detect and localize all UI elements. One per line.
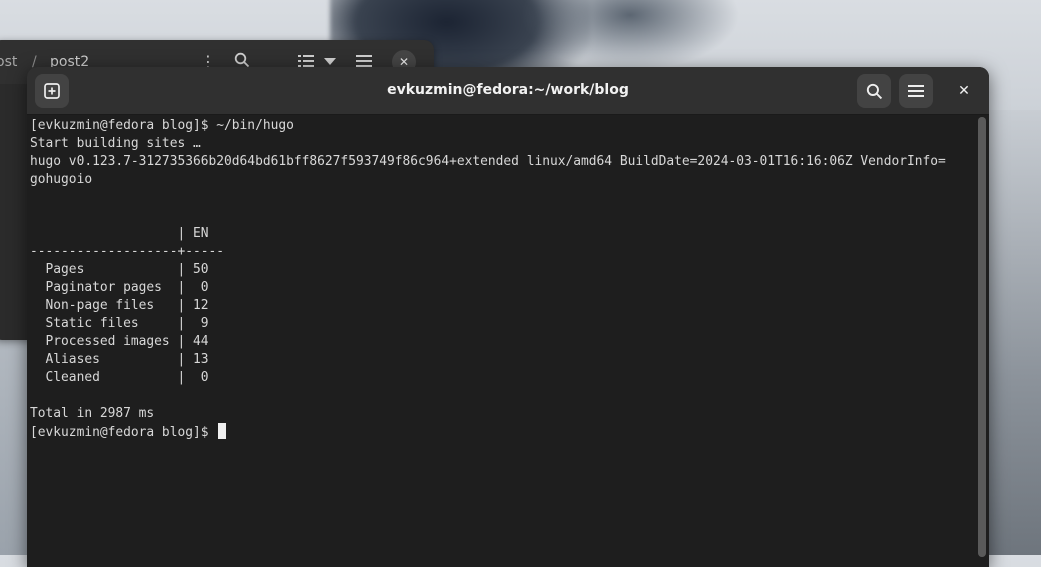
terminal-prompt-line[interactable]: [evkuzmin@fedora blog]$ xyxy=(30,423,971,442)
terminal-line: hugo v0.123.7-312735366b20d64bd61bff8627… xyxy=(30,154,946,169)
terminal-line: | EN xyxy=(30,226,209,241)
close-icon: ✕ xyxy=(958,83,970,99)
search-icon xyxy=(866,83,882,99)
terminal-line: -------------------+----- xyxy=(30,244,225,259)
terminal-line: [evkuzmin@fedora blog]$ ~/bin/hugo xyxy=(30,118,294,133)
terminal-line: Aliases | 13 xyxy=(30,352,209,367)
terminal-headerbar: evkuzmin@fedora:~/work/blog ✕ xyxy=(27,67,989,115)
terminal-window[interactable]: evkuzmin@fedora:~/work/blog ✕ [evkuzmin@… xyxy=(27,67,989,567)
text-cursor xyxy=(218,423,227,439)
terminal-line: Start building sites … xyxy=(30,136,201,151)
chevron-down-icon[interactable] xyxy=(324,58,336,65)
terminal-line: Processed images | 44 xyxy=(30,334,209,349)
list-view-icon[interactable] xyxy=(298,54,314,68)
breadcrumb-parent[interactable]: ost xyxy=(0,54,17,70)
terminal-line: gohugoio xyxy=(30,172,93,187)
main-menu-button[interactable] xyxy=(899,74,933,108)
wallpaper-edge xyxy=(981,110,1041,555)
close-button[interactable]: ✕ xyxy=(951,78,977,104)
terminal-line: Static files | 9 xyxy=(30,316,209,331)
terminal-text: [evkuzmin@fedora blog]$ ~/bin/hugo Start… xyxy=(30,117,971,423)
wallpaper-shape xyxy=(520,0,740,70)
terminal-line: Total in 2987 ms xyxy=(30,406,155,421)
terminal-line: Cleaned | 0 xyxy=(30,370,209,385)
shell-prompt: [evkuzmin@fedora blog]$ xyxy=(30,425,217,440)
terminal-line: Pages | 50 xyxy=(30,262,209,277)
search-button[interactable] xyxy=(857,74,891,108)
hamburger-menu-icon[interactable] xyxy=(356,54,372,68)
scrollbar[interactable] xyxy=(978,117,986,557)
terminal-line: Paginator pages | 0 xyxy=(30,280,209,295)
window-title: evkuzmin@fedora:~/work/blog xyxy=(387,82,629,98)
terminal-line: Non-page files | 12 xyxy=(30,298,209,313)
terminal-output[interactable]: [evkuzmin@fedora blog]$ ~/bin/hugo Start… xyxy=(30,115,971,567)
hamburger-menu-icon xyxy=(908,85,924,97)
scrollbar-thumb[interactable] xyxy=(978,117,986,557)
search-icon[interactable] xyxy=(234,52,250,68)
